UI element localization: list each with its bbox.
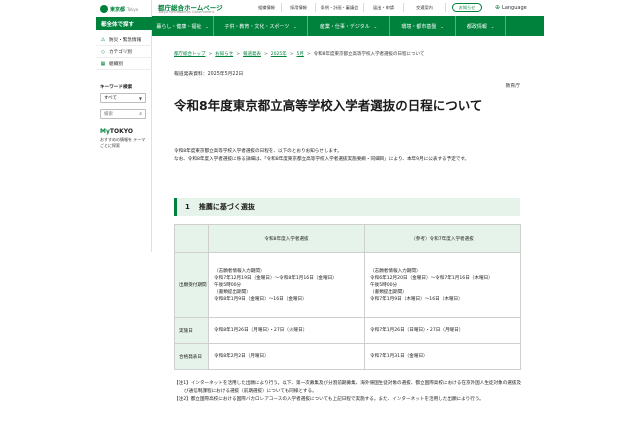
chevron-right-icon: > (263, 51, 268, 57)
notice-button[interactable]: お知らせ (452, 3, 482, 12)
page-title: 令和8年度東京都立高等学校入学者選抜の日程について (174, 98, 483, 113)
intro-paragraph: 令和8年度東京都立高等学校入学者選抜の日程を、以下のとおりお知らせします。 (174, 149, 342, 154)
chevron-right-icon: > (236, 51, 240, 57)
note-item: 【注1】インターネットを活用した出願により行う。以下、第一次募集及び分割前期募集… (174, 381, 522, 394)
sidebar-item-organization[interactable]: ▦ 組織別 (96, 58, 152, 70)
keyword-search-label: キーワード検索 (100, 85, 133, 90)
util-link-applications[interactable]: 届出・申請 (364, 3, 404, 12)
schedule-table: 令和8年度入学者選抜 （参考）令和7年度入学者選抜 出願受付期間 （志願者情報入… (174, 224, 521, 370)
global-nav: 暮らし・健康・福祉 ⌄ 子供・教育・文化・スポーツ ⌄ 産業・仕事・デジタル ⌄ 環境… (152, 16, 544, 36)
search-scope-select[interactable]: すべて ▼ (100, 93, 146, 103)
release-date: 報道発表資料：2025年5月22日 (174, 72, 244, 77)
row-label: 合格発表日 (174, 343, 209, 370)
chevron-right-icon: > (208, 51, 213, 57)
header: 都庁総合ホームページ Tokyo Metropolitan Government… (152, 0, 544, 16)
breadcrumb-link-month[interactable]: 5月 (297, 51, 304, 57)
chevron-down-icon: ⌄ (440, 23, 444, 29)
chevron-down-icon: ⌄ (490, 23, 495, 29)
table-header-cell: （参考）令和7年度入学者選抜 (364, 224, 521, 253)
warning-icon: ⚠ (100, 36, 106, 43)
table-header-cell: 令和8年度入学者選抜 (208, 224, 365, 253)
row-label: 出願受付期間 (174, 252, 209, 318)
logo-text: 東京都 (110, 6, 126, 13)
intro-paragraph: なお、令和8年度入学者選抜に係る詳細は、「令和8年度東京都立高等学校入学者選抜実… (174, 157, 470, 162)
globe-icon: ⊕ (495, 4, 501, 11)
table-cell: 令和8年2月2日（月曜日） (208, 343, 365, 370)
logo-en: Tokyo (127, 6, 139, 12)
tag-icon: ◇ (101, 48, 105, 55)
search-input[interactable]: 検索 ⌕ (100, 109, 146, 119)
building-icon: ▦ (100, 60, 106, 67)
select-value: すべて (104, 96, 118, 101)
util-link-recruit[interactable]: 採用情報 (282, 3, 316, 12)
breadcrumb-link-news[interactable]: お知らせ (215, 51, 233, 57)
gnav-item-living[interactable]: 暮らし・健康・福祉 ⌄ (152, 16, 214, 36)
util-link-access[interactable]: 交通案内 (404, 3, 446, 12)
tokyo-logo[interactable]: 東京都 Tokyo (100, 4, 148, 14)
gnav-item-environment[interactable]: 環境・都市基盤 ⌄ (390, 16, 456, 36)
search-icon[interactable]: ⌕ (139, 111, 142, 117)
chevron-down-icon: ▼ (138, 96, 142, 101)
chevron-down-icon: ⌄ (293, 23, 297, 29)
table-cell: 令和7年1月31日（金曜日） (364, 343, 521, 370)
mytokyo-banner[interactable]: MyTOKYO おすすめの情報を テーマごとに探索 (100, 128, 148, 149)
language-label: Language (502, 4, 527, 11)
tokyo-emblem-icon (100, 5, 108, 13)
table-cell: 令和8年1月26日（月曜日）・27日（火曜日） (208, 317, 365, 344)
table-row: 出願受付期間 （志願者情報入力期間） 令和7年12月19日（金曜日）〜令和8年1… (174, 252, 521, 318)
intro-text: 令和8年度東京都立高等学校入学者選抜の日程を、以下のとおりお知らせします。 なお… (174, 148, 524, 164)
sidebar-item-label: カテゴリ別 (109, 49, 132, 55)
mytokyo-desc: おすすめの情報を テーマごとに探索 (100, 137, 146, 148)
notes: 【注1】インターネットを活用した出願により行う。以下、第一次募集及び分割前期募集… (174, 380, 524, 404)
gnav-item-education[interactable]: 子供・教育・文化・スポーツ ⌄ (214, 16, 308, 36)
sidebar-list: ⚠ 防災・緊急情報 ◇ カテゴリ別 ▦ 組織別 (96, 34, 152, 70)
breadcrumb-current: 令和8年度東京都立高等学校入学者選抜の日程について (313, 52, 425, 57)
sidebar-item-disaster[interactable]: ⚠ 防災・緊急情報 (96, 34, 152, 46)
section-title: 推薦に基づく選抜 (198, 203, 255, 211)
mytokyo-logo: MyTOKYO (100, 128, 133, 135)
chevron-right-icon: > (289, 51, 294, 57)
gnav-item-government[interactable]: 都政情報 ⌄ (456, 16, 506, 36)
sidebar: 東京都 Tokyo 都全体で探す ⚠ 防災・緊急情報 ◇ カテゴリ別 ▦ 組織別… (96, 0, 152, 252)
search-placeholder: 検索 (104, 112, 113, 117)
main-content: 都庁総合トップ > お知らせ > 報道発表 > 2025年 > 5月 > 令和8年度東京都… (152, 36, 544, 426)
breadcrumb-link-press[interactable]: 報道発表 (243, 51, 261, 57)
table-cell: （志願者情報入力期間） 令和6年12月20日（金曜日）〜令和7年1月16日（木曜… (364, 252, 521, 318)
site-subtitle: Tokyo Metropolitan Government (158, 10, 214, 14)
table-cell: （志願者情報入力期間） 令和7年12月19日（金曜日）〜令和8年1月16日（金曜… (208, 252, 365, 318)
row-label: 実施日 (174, 317, 209, 344)
table-row: 合格発表日 令和8年2月2日（月曜日） 令和7年1月31日（金曜日） (174, 343, 521, 370)
sidebar-item-category[interactable]: ◇ カテゴリ別 (96, 46, 152, 58)
util-link-organization[interactable]: 組織情報 (252, 3, 282, 12)
department: 教育庁 (505, 84, 520, 89)
util-link-ordinances[interactable]: 条例・計画・審議会 (316, 3, 364, 12)
section-number: 1 (185, 203, 190, 211)
chevron-right-icon: > (306, 51, 311, 57)
note-item: 【注2】都立国際高校における国際バカロレアコースの入学者選抜についても上記日程で… (174, 397, 484, 402)
chevron-down-icon: ⌄ (373, 23, 378, 29)
breadcrumb: 都庁総合トップ > お知らせ > 報道発表 > 2025年 > 5月 > 令和8年度東京都… (174, 51, 425, 58)
sidebar-item-label: 防災・緊急情報 (109, 37, 142, 43)
chevron-down-icon: ⌄ (205, 23, 209, 29)
sidebar-item-label: 組織別 (109, 61, 123, 67)
table-header-row: 令和8年度入学者選抜 （参考）令和7年度入学者選抜 (174, 224, 521, 253)
sidebar-heading: 都全体で探す (96, 17, 152, 30)
breadcrumb-link-year[interactable]: 2025年 (271, 51, 287, 57)
table-corner-cell (174, 224, 209, 253)
gnav-item-industry[interactable]: 産業・仕事・デジタル ⌄ (308, 16, 390, 36)
table-row: 実施日 令和8年1月26日（月曜日）・27日（火曜日） 令和7年1月26日（日曜… (174, 317, 521, 344)
language-button[interactable]: ⊕ Language (495, 3, 527, 12)
breadcrumb-link-top[interactable]: 都庁総合トップ (174, 51, 206, 57)
section-heading: 1 推薦に基づく選抜 (174, 198, 520, 216)
table-cell: 令和7年1月26日（日曜日）・27日（月曜日） (364, 317, 521, 344)
